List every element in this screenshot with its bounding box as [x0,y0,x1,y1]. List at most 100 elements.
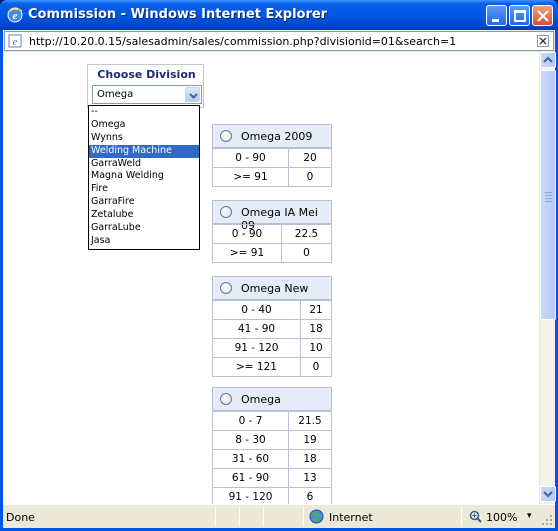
commission-rate-cell: 13 [303,472,317,484]
commission-rate-cell: 20 [303,152,317,164]
scheme-name: Omega 2009 [241,130,313,143]
commission-rate-cell: 0 [306,171,314,183]
close-icon [537,10,549,22]
commission-table: Omega IA Mei 09 0 - 90 22.5 >= 91 0 [212,200,332,263]
page-icon: e [8,34,22,48]
status-divider [263,508,264,526]
division-option[interactable]: GarraWeld [89,158,199,171]
commission-rate-cell: 10 [309,342,323,354]
day-range-cell: >= 121 [236,361,277,373]
commission-table: Omega New 0 - 40 21 41 - 90 18 91 - 120 10 >= 1… [212,276,332,377]
day-range-cell: 0 - 40 [241,304,272,316]
security-zone: Internet [329,511,373,524]
maximize-icon [514,10,526,22]
grip-line [545,201,552,202]
scheme-name: Omega [241,393,281,406]
commission-rate-cell: 6 [306,491,314,503]
commission-table: Omega 2009 0 - 90 20 >= 91 0 [212,124,332,187]
scheme-name: Omega New [241,282,309,295]
day-range-cell: 8 - 30 [235,434,266,446]
arrow-down-icon [543,491,553,498]
scheme-radio[interactable] [220,393,232,405]
table-row: 31 - 60 18 [213,449,331,468]
status-divider [215,508,216,526]
table-row: 41 - 90 18 [213,319,331,338]
zoom-icon[interactable] [469,510,482,523]
address-field[interactable]: e http://10.20.0.15/salesadmin/sales/com… [4,31,554,51]
commission-table-header: Omega New [213,277,331,300]
division-selected-value: Omega [97,89,134,100]
division-dropdown-list[interactable]: -- Omega Wynns Welding Machine GarraWeld Magn… [88,105,200,250]
day-range-cell: >= 91 [233,171,268,183]
commission-table-header: Omega IA Mei 09 [213,201,331,232]
table-row: >= 121 0 [213,357,331,376]
ie-logo-icon: e [7,7,23,23]
zoom-dropdown-icon[interactable]: ▾ [527,511,532,521]
close-button[interactable] [532,5,553,26]
browser-window: e Commission - Windows Internet Explorer… [0,0,558,531]
division-option[interactable]: Omega [89,119,199,132]
commission-table-header: Omega 2009 [213,125,331,148]
status-text: Done [6,511,35,524]
table-row: >= 91 0 [213,243,331,262]
division-option[interactable]: GarraLube [89,222,199,235]
maximize-button[interactable] [509,5,530,26]
day-range-cell: >= 91 [229,247,265,259]
day-range-cell: 0 - 7 [238,415,263,427]
commission-rate-cell: 22.5 [294,228,319,240]
table-row: 0 - 7 21.5 [213,411,331,430]
commission-rate-cell: 21 [309,304,323,316]
grip-line [545,195,552,196]
division-select[interactable]: Omega [92,85,202,104]
chevron-down-icon [189,93,198,99]
address-url: http://10.20.0.15/salesadmin/sales/commi… [29,35,457,48]
title-bar[interactable]: e Commission - Windows Internet Explorer [0,0,558,30]
status-divider [303,508,304,526]
division-panel: Choose Division Omega [87,64,204,108]
table-row: 8 - 30 19 [213,430,331,449]
scheme-radio[interactable] [220,206,232,218]
division-option[interactable]: Zetalube [89,209,199,222]
day-range-cell: 0 - 90 [235,152,266,164]
status-divider [239,508,240,526]
scroll-down-button[interactable] [540,486,556,502]
globe-icon [309,509,324,524]
minimize-icon [492,19,499,22]
division-option[interactable]: Wynns [89,132,199,145]
division-option[interactable]: Fire [89,183,199,196]
commission-rate-cell: 19 [303,434,317,446]
division-option[interactable]: Jasa [89,235,199,248]
status-divider [461,508,462,526]
table-row: 91 - 120 6 [213,487,331,504]
svg-text:e: e [13,10,18,22]
status-bar: Done Internet 100% ▾ [3,504,555,528]
zoom-level[interactable]: 100% [486,511,517,524]
dropdown-button[interactable] [185,87,200,102]
commission-rate-cell: 18 [303,453,317,465]
division-option[interactable]: GarraFire [89,196,199,209]
vertical-scrollbar[interactable] [539,52,556,504]
commission-table-header: Omega [213,388,331,411]
division-option[interactable]: Magna Welding [89,170,199,183]
grip-line [545,198,552,199]
minimize-button[interactable] [486,5,507,26]
window-title: Commission - Windows Internet Explorer [28,7,328,22]
commission-rate-cell: 21.5 [298,415,322,427]
resize-grip-icon[interactable] [541,514,553,526]
commission-rate-cell: 18 [309,323,323,335]
scheme-radio[interactable] [220,282,232,294]
day-range-cell: 31 - 60 [231,453,270,465]
scheme-radio[interactable] [220,130,232,142]
commission-rate-cell: 0 [303,247,310,259]
page-viewport: Choose Division Omega -- Omega Wynns Weldin… [3,52,539,504]
scroll-up-button[interactable] [540,52,556,68]
day-range-cell: 0 - 90 [231,228,263,240]
table-row: 0 - 40 21 [213,300,331,319]
division-option[interactable]: Welding Machine [89,144,199,158]
commission-rate-cell: 0 [312,361,320,373]
arrow-up-icon [543,56,553,63]
svg-text:e: e [13,37,18,48]
division-option[interactable]: -- [89,106,199,119]
scroll-thumb[interactable] [540,70,556,320]
close-tab-icon[interactable] [537,35,549,47]
